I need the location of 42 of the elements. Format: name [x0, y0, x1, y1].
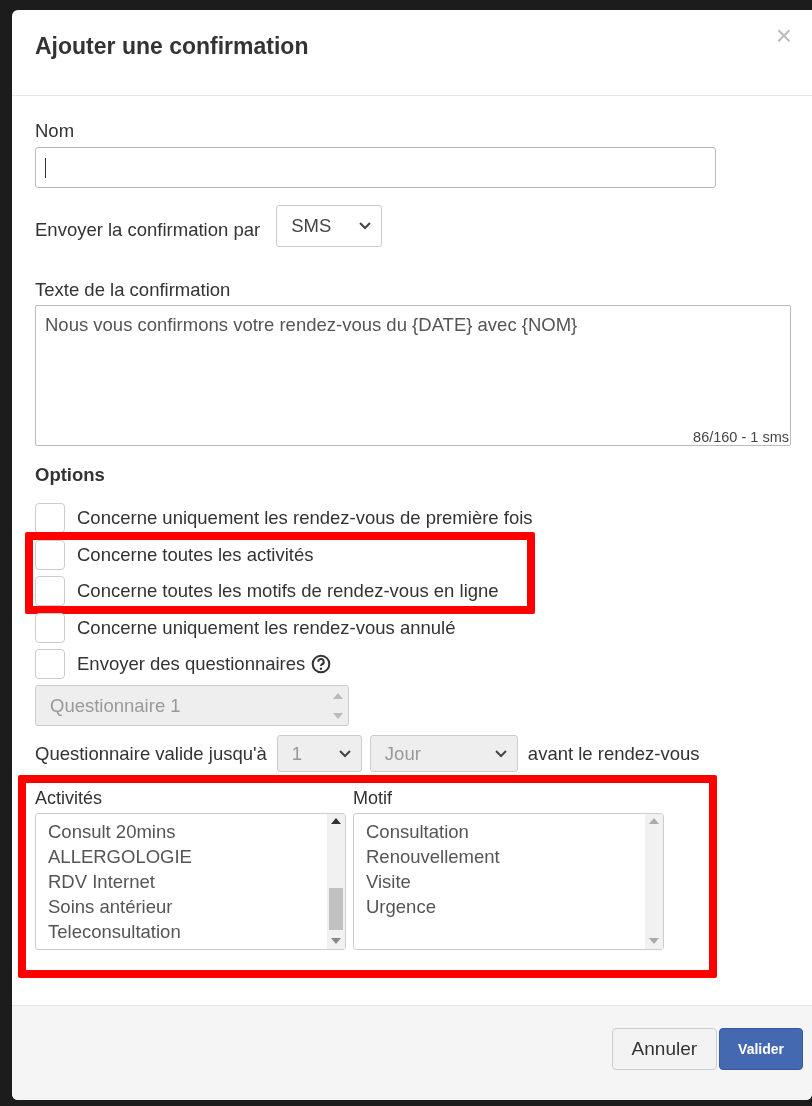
list-label: Activités: [35, 788, 104, 809]
message-field[interactable]: Nous vous confirmons votre rendez-vous du {DATE} avec {NOM} 86/160 - 1 sms: [35, 305, 791, 446]
list-option[interactable]: Soins antérieur: [48, 894, 315, 919]
list-box[interactable]: Consult 20mins ALLERGOLOGIE RDV Internet Soins antérieur Teleconsultation: [35, 813, 346, 950]
list-option[interactable]: Visite: [366, 869, 633, 894]
character-counter: 86/160 - 1 sms: [693, 429, 789, 445]
list-label: Motif: [353, 788, 393, 809]
checkbox[interactable]: [35, 540, 65, 570]
list-option[interactable]: RDV Internet: [48, 869, 315, 894]
checkbox-label: Concerne toutes les activités: [77, 544, 314, 566]
checkbox-label: Envoyer des questionnaires: [77, 653, 306, 675]
send-method-select[interactable]: SMS: [276, 205, 383, 247]
field-label: Nom: [35, 120, 76, 142]
checkbox-label: Concerne uniquement les rendez-vous de première fois: [77, 507, 533, 529]
scrollbar[interactable]: [645, 814, 663, 949]
checkbox[interactable]: [35, 613, 65, 643]
section-heading: Options: [35, 464, 106, 486]
checkbox-label: Concerne toutes les motifs de rendez-vous en ligne: [77, 580, 499, 602]
list-box[interactable]: Consultation Renouvellement Visite Urgence: [353, 813, 664, 950]
list-option[interactable]: ALLERGOLOGIE: [48, 844, 315, 869]
checkbox-label: Concerne uniquement les rendez-vous annulé: [77, 617, 456, 639]
field-label: Texte de la confirmation: [35, 279, 232, 301]
name-field[interactable]: [35, 147, 716, 188]
dialog-title: Ajouter une confirmation: [35, 33, 309, 60]
list-option[interactable]: Consult 20mins: [48, 819, 315, 844]
list-option[interactable]: Renouvellement: [366, 844, 633, 869]
field-label: Envoyer la confirmation par: [35, 219, 261, 241]
checkbox[interactable]: [35, 649, 65, 679]
chevron-down-icon: [494, 749, 507, 758]
field-label: avant le rendez-vous: [527, 742, 700, 765]
cancel-button[interactable]: Annuler: [611, 1028, 718, 1070]
checkbox[interactable]: [35, 576, 65, 606]
list-option[interactable]: Consultation: [366, 819, 633, 844]
submit-button[interactable]: Valider: [719, 1028, 803, 1070]
help-icon[interactable]: [311, 654, 332, 674]
scrollbar[interactable]: [327, 814, 345, 949]
list-option[interactable]: Teleconsultation: [48, 919, 315, 944]
chevron-down-icon: [359, 222, 372, 230]
chevron-down-icon: [338, 749, 351, 758]
checkbox[interactable]: [35, 503, 65, 533]
field-label: Questionnaire valide jusqu'à: [35, 742, 267, 765]
list-option[interactable]: Urgence: [366, 894, 633, 919]
